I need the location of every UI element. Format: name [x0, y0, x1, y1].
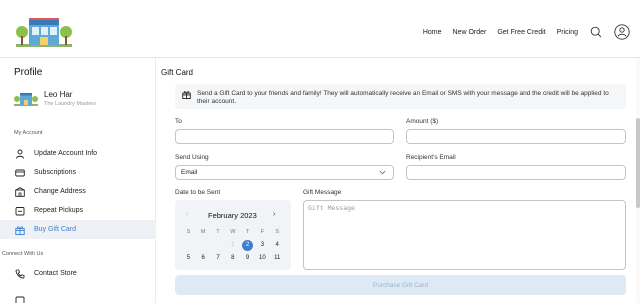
nav-new-order[interactable]: New Order — [453, 29, 487, 36]
store-avatar — [14, 91, 38, 107]
page-scrollbar[interactable] — [636, 58, 640, 303]
search-icon[interactable] — [590, 26, 602, 38]
nav-pricing[interactable]: Pricing — [557, 29, 578, 36]
week-row: 1 2 3 4 — [181, 239, 285, 252]
connect-with-us-label: Connect With Us — [2, 251, 44, 257]
sidebar-item-label: Subscriptions — [34, 169, 77, 176]
calendar-day: 1 — [231, 242, 235, 248]
recipient-email-label: Recipient's Email — [406, 154, 456, 161]
app-header: Home New Order Get Free Credit Pricing — [0, 0, 640, 58]
calendar-day[interactable]: 9 — [240, 253, 255, 264]
weekday-row: S M T W T F S — [181, 226, 285, 239]
send-using-label: Send Using — [175, 154, 209, 161]
calendar-day-empty — [211, 240, 226, 251]
date-picker-calendar: ‹ February 2023 › S M T W T F S 1 2 3 4 — [175, 200, 291, 270]
amount-label: Amount ($) — [406, 118, 439, 125]
sidebar-item-change-address[interactable]: Change Address — [0, 182, 156, 201]
sidebar-item-label: Update Account Info — [34, 150, 98, 157]
weekday-label: M — [200, 229, 206, 235]
sidebar-item-subscriptions[interactable]: Subscriptions — [0, 163, 156, 182]
nav-home[interactable]: Home — [423, 29, 442, 36]
nav-get-free-credit[interactable]: Get Free Credit — [497, 29, 545, 36]
profile-title: Profile — [14, 67, 43, 78]
banner-text: Send a Gift Card to your friends and fam… — [197, 90, 609, 105]
gift-message-placeholder: Gift Message — [308, 204, 355, 212]
partial-menu-icon — [15, 296, 25, 303]
purchase-gift-card-button[interactable]: Purchase Gift Card — [175, 275, 626, 295]
calendar-grid: S M T W T F S 1 2 3 4 5 6 7 8 9 10 11 — [181, 226, 285, 265]
send-using-select[interactable]: Email — [175, 165, 394, 180]
weekday-label: T — [216, 229, 220, 235]
calendar-day[interactable]: 10 — [255, 253, 270, 264]
calendar-day-empty — [196, 240, 211, 251]
gift-icon — [182, 90, 191, 99]
weekday-label: W — [230, 229, 236, 235]
date-label: Date to be Sent — [175, 189, 221, 196]
card-icon — [15, 168, 25, 178]
calendar-day[interactable]: 3 — [255, 240, 270, 251]
gift-card-panel: Gift Card Send a Gift Card to your frien… — [161, 58, 640, 303]
sidebar-item-update-account[interactable]: Update Account Info — [0, 144, 156, 163]
send-using-value: Email — [181, 169, 198, 176]
user-name: Leo Har — [44, 90, 73, 99]
weekday-label: F — [260, 229, 265, 235]
calendar-day[interactable]: 8 — [225, 253, 240, 264]
gift-message-label: Gift Message — [303, 189, 342, 196]
weekday-label: T — [245, 229, 250, 235]
gift-message-textarea[interactable]: Gift Message — [303, 200, 626, 270]
sidebar-item-repeat-pickups[interactable]: Repeat Pickups — [0, 201, 156, 220]
weekday-label: S — [186, 229, 191, 235]
sidebar-item-buy-gift-card[interactable]: Buy Gift Card — [0, 220, 156, 239]
to-input[interactable] — [175, 129, 394, 144]
calendar-month-label: February 2023 — [208, 211, 257, 220]
phone-icon — [15, 269, 25, 279]
sidebar-item-label: Repeat Pickups — [34, 207, 84, 214]
calendar-day[interactable]: 4 — [270, 240, 285, 251]
sidebar-item-label: Contact Store — [34, 270, 77, 277]
calendar-day[interactable]: 5 — [181, 253, 196, 264]
gift-icon — [15, 225, 25, 235]
laundry-logo[interactable] — [14, 14, 74, 50]
calendar-day[interactable]: 7 — [211, 253, 226, 264]
weekday-label: S — [275, 229, 280, 235]
profile-sidebar: Profile Leo Har The Laundry Masters My A… — [0, 58, 156, 303]
scrollbar-thumb[interactable] — [636, 118, 640, 208]
sidebar-item-contact-store[interactable]: Contact Store — [0, 264, 156, 283]
user-store-name: The Laundry Masters — [44, 101, 96, 107]
repeat-icon — [15, 206, 25, 216]
amount-input[interactable] — [406, 129, 626, 144]
sidebar-item-label: Buy Gift Card — [34, 226, 77, 233]
sidebar-item-label: Change Address — [34, 188, 86, 195]
info-banner: Send a Gift Card to your friends and fam… — [175, 84, 626, 109]
building-icon — [15, 186, 25, 197]
person-icon — [15, 149, 25, 159]
my-account-label: My Account — [14, 130, 43, 136]
week-row: 5 6 7 8 9 10 11 — [181, 252, 285, 265]
calendar-day[interactable]: 6 — [196, 253, 211, 264]
to-label: To — [175, 118, 182, 125]
page-title: Gift Card — [161, 68, 194, 77]
account-icon[interactable] — [614, 24, 630, 40]
selected-day-label: 2 — [242, 240, 254, 251]
calendar-day-selected[interactable]: 2 — [240, 240, 255, 251]
user-card: Leo Har The Laundry Masters — [14, 90, 96, 108]
calendar-day[interactable]: 11 — [270, 253, 285, 264]
next-month-button[interactable]: › — [273, 211, 275, 218]
chevron-down-icon — [379, 170, 386, 177]
previous-month-button[interactable]: ‹ — [186, 211, 188, 218]
top-nav: Home New Order Get Free Credit Pricing — [412, 24, 630, 40]
recipient-email-input[interactable] — [406, 165, 626, 180]
calendar-day-empty — [181, 240, 196, 251]
